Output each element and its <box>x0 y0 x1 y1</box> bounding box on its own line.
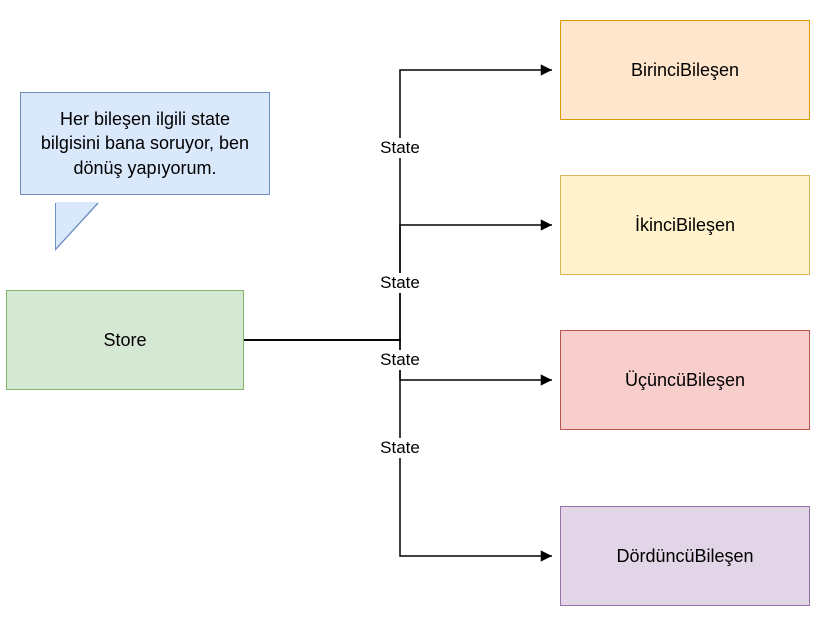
component-label-4: DördüncüBileşen <box>616 546 753 567</box>
edge-label-3: State <box>378 350 422 370</box>
store-label: Store <box>103 330 146 351</box>
component-box-1: BirinciBileşen <box>560 20 810 120</box>
component-label-2: İkinciBileşen <box>635 215 735 236</box>
component-box-3: ÜçüncüBileşen <box>560 330 810 430</box>
edge-store-to-comp1 <box>244 70 552 340</box>
component-label-3: ÜçüncüBileşen <box>625 370 745 391</box>
edge-label-4: State <box>378 438 422 458</box>
store-callout-text: Her bileşen ilgili state bilgisini bana … <box>41 109 249 178</box>
store-callout: Her bileşen ilgili state bilgisini bana … <box>20 92 270 195</box>
store-box: Store <box>6 290 244 390</box>
component-label-1: BirinciBileşen <box>631 60 739 81</box>
component-box-4: DördüncüBileşen <box>560 506 810 606</box>
edge-label-2: State <box>378 273 422 293</box>
callout-tail-fill <box>56 202 98 248</box>
edge-label-1: State <box>378 138 422 158</box>
component-box-2: İkinciBileşen <box>560 175 810 275</box>
